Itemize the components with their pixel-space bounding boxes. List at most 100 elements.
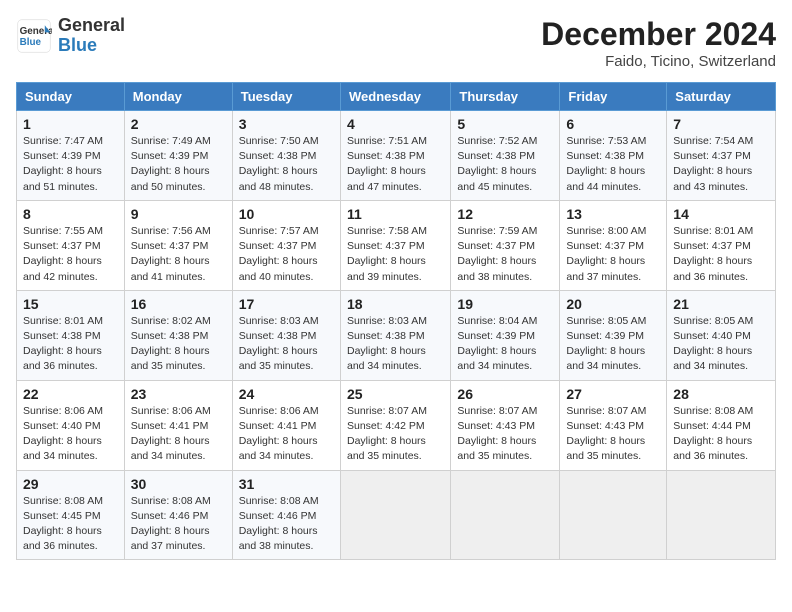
day-info: Sunrise: 8:06 AMSunset: 4:40 PMDaylight:… [23, 404, 118, 465]
day-info: Sunrise: 8:08 AMSunset: 4:46 PMDaylight:… [131, 494, 226, 555]
calendar-cell [340, 470, 450, 560]
day-info: Sunrise: 7:47 AMSunset: 4:39 PMDaylight:… [23, 134, 118, 195]
calendar-cell: 6 Sunrise: 7:53 AMSunset: 4:38 PMDaylight… [560, 111, 667, 201]
svg-text:Blue: Blue [20, 37, 42, 48]
calendar-week-2: 8Sunrise: 7:55 AMSunset: 4:37 PMDaylight… [17, 200, 776, 290]
day-info: Sunrise: 8:00 AMSunset: 4:37 PMDaylight:… [566, 224, 660, 285]
logo-icon: General Blue [16, 18, 52, 54]
calendar-cell: 7 Sunrise: 7:54 AMSunset: 4:37 PMDaylight… [667, 111, 776, 201]
day-info: Sunrise: 7:59 AMSunset: 4:37 PMDaylight:… [457, 224, 553, 285]
calendar-cell: 26 Sunrise: 8:07 AMSunset: 4:43 PMDayligh… [451, 380, 560, 470]
calendar-cell: 4 Sunrise: 7:51 AMSunset: 4:38 PMDaylight… [340, 111, 450, 201]
day-info: Sunrise: 8:08 AMSunset: 4:45 PMDaylight:… [23, 494, 118, 555]
calendar-week-3: 15 Sunrise: 8:01 AMSunset: 4:38 PMDayligh… [17, 290, 776, 380]
day-info: Sunrise: 8:06 AMSunset: 4:41 PMDaylight:… [131, 404, 226, 465]
day-number: 1 [23, 116, 118, 132]
calendar-cell [667, 470, 776, 560]
day-info: Sunrise: 8:01 AMSunset: 4:37 PMDaylight:… [673, 224, 769, 285]
day-number: 22 [23, 386, 118, 402]
day-info: Sunrise: 8:03 AMSunset: 4:38 PMDaylight:… [347, 314, 444, 375]
day-number: 7 [673, 116, 769, 132]
weekday-header-monday: Monday [124, 83, 232, 111]
calendar-cell: 30 Sunrise: 8:08 AMSunset: 4:46 PMDayligh… [124, 470, 232, 560]
calendar-cell: 5 Sunrise: 7:52 AMSunset: 4:38 PMDaylight… [451, 111, 560, 201]
logo-text-blue: Blue [58, 36, 125, 56]
calendar-cell: 18Sunrise: 8:03 AMSunset: 4:38 PMDayligh… [340, 290, 450, 380]
calendar-cell: 15 Sunrise: 8:01 AMSunset: 4:38 PMDayligh… [17, 290, 125, 380]
day-number: 24 [239, 386, 334, 402]
day-info: Sunrise: 8:08 AMSunset: 4:46 PMDaylight:… [239, 494, 334, 555]
day-number: 10 [239, 206, 334, 222]
calendar-cell [560, 470, 667, 560]
month-title: December 2024 [541, 16, 776, 53]
day-info: Sunrise: 8:07 AMSunset: 4:43 PMDaylight:… [457, 404, 553, 465]
calendar-cell: 9 Sunrise: 7:56 AMSunset: 4:37 PMDaylight… [124, 200, 232, 290]
day-info: Sunrise: 7:54 AMSunset: 4:37 PMDaylight:… [673, 134, 769, 195]
weekday-header-saturday: Saturday [667, 83, 776, 111]
calendar-cell: 17 Sunrise: 8:03 AMSunset: 4:38 PMDayligh… [232, 290, 340, 380]
day-number: 16 [131, 296, 226, 312]
day-info: Sunrise: 8:03 AMSunset: 4:38 PMDaylight:… [239, 314, 334, 375]
calendar-header: SundayMondayTuesdayWednesdayThursdayFrid… [17, 83, 776, 111]
day-info: Sunrise: 7:51 AMSunset: 4:38 PMDaylight:… [347, 134, 444, 195]
calendar-cell: 20 Sunrise: 8:05 AMSunset: 4:39 PMDayligh… [560, 290, 667, 380]
day-info: Sunrise: 8:01 AMSunset: 4:38 PMDaylight:… [23, 314, 118, 375]
day-number: 19 [457, 296, 553, 312]
calendar-cell: 16 Sunrise: 8:02 AMSunset: 4:38 PMDayligh… [124, 290, 232, 380]
day-number: 11 [347, 206, 444, 222]
day-info: Sunrise: 8:05 AMSunset: 4:40 PMDaylight:… [673, 314, 769, 375]
calendar-cell: 31Sunrise: 8:08 AMSunset: 4:46 PMDayligh… [232, 470, 340, 560]
logo: General Blue General Blue [16, 16, 125, 56]
day-number: 9 [131, 206, 226, 222]
day-number: 5 [457, 116, 553, 132]
day-number: 4 [347, 116, 444, 132]
calendar-cell: 29 Sunrise: 8:08 AMSunset: 4:45 PMDayligh… [17, 470, 125, 560]
calendar-cell: 2Sunrise: 7:49 AMSunset: 4:39 PMDaylight… [124, 111, 232, 201]
day-number: 27 [566, 386, 660, 402]
day-number: 20 [566, 296, 660, 312]
day-info: Sunrise: 7:50 AMSunset: 4:38 PMDaylight:… [239, 134, 334, 195]
calendar-cell: 8Sunrise: 7:55 AMSunset: 4:37 PMDaylight… [17, 200, 125, 290]
day-number: 25 [347, 386, 444, 402]
day-info: Sunrise: 7:53 AMSunset: 4:38 PMDaylight:… [566, 134, 660, 195]
day-number: 3 [239, 116, 334, 132]
day-number: 23 [131, 386, 226, 402]
calendar-cell: 19 Sunrise: 8:04 AMSunset: 4:39 PMDayligh… [451, 290, 560, 380]
day-info: Sunrise: 8:05 AMSunset: 4:39 PMDaylight:… [566, 314, 660, 375]
weekday-header-sunday: Sunday [17, 83, 125, 111]
day-info: Sunrise: 7:56 AMSunset: 4:37 PMDaylight:… [131, 224, 226, 285]
day-number: 8 [23, 206, 118, 222]
calendar-cell: 14 Sunrise: 8:01 AMSunset: 4:37 PMDayligh… [667, 200, 776, 290]
day-number: 21 [673, 296, 769, 312]
day-number: 29 [23, 476, 118, 492]
day-number: 15 [23, 296, 118, 312]
day-info: Sunrise: 8:02 AMSunset: 4:38 PMDaylight:… [131, 314, 226, 375]
calendar-cell: 27 Sunrise: 8:07 AMSunset: 4:43 PMDayligh… [560, 380, 667, 470]
calendar-cell: 11 Sunrise: 7:58 AMSunset: 4:37 PMDayligh… [340, 200, 450, 290]
day-number: 17 [239, 296, 334, 312]
calendar-cell: 10 Sunrise: 7:57 AMSunset: 4:37 PMDayligh… [232, 200, 340, 290]
day-info: Sunrise: 8:08 AMSunset: 4:44 PMDaylight:… [673, 404, 769, 465]
day-number: 14 [673, 206, 769, 222]
title-block: December 2024 Faido, Ticino, Switzerland [541, 16, 776, 70]
calendar-cell: 28Sunrise: 8:08 AMSunset: 4:44 PMDayligh… [667, 380, 776, 470]
day-number: 30 [131, 476, 226, 492]
day-info: Sunrise: 7:52 AMSunset: 4:38 PMDaylight:… [457, 134, 553, 195]
day-info: Sunrise: 7:58 AMSunset: 4:37 PMDaylight:… [347, 224, 444, 285]
calendar-cell: 13Sunrise: 8:00 AMSunset: 4:37 PMDayligh… [560, 200, 667, 290]
calendar-cell: 12 Sunrise: 7:59 AMSunset: 4:37 PMDayligh… [451, 200, 560, 290]
day-info: Sunrise: 8:07 AMSunset: 4:42 PMDaylight:… [347, 404, 444, 465]
day-number: 26 [457, 386, 553, 402]
logo-text-general: General [58, 16, 125, 36]
calendar-cell: 24 Sunrise: 8:06 AMSunset: 4:41 PMDayligh… [232, 380, 340, 470]
calendar-week-5: 29 Sunrise: 8:08 AMSunset: 4:45 PMDayligh… [17, 470, 776, 560]
day-number: 2 [131, 116, 226, 132]
day-info: Sunrise: 8:07 AMSunset: 4:43 PMDaylight:… [566, 404, 660, 465]
calendar-cell [451, 470, 560, 560]
day-info: Sunrise: 8:06 AMSunset: 4:41 PMDaylight:… [239, 404, 334, 465]
calendar-week-4: 22 Sunrise: 8:06 AMSunset: 4:40 PMDayligh… [17, 380, 776, 470]
day-number: 12 [457, 206, 553, 222]
day-info: Sunrise: 8:04 AMSunset: 4:39 PMDaylight:… [457, 314, 553, 375]
day-info: Sunrise: 7:57 AMSunset: 4:37 PMDaylight:… [239, 224, 334, 285]
day-number: 6 [566, 116, 660, 132]
